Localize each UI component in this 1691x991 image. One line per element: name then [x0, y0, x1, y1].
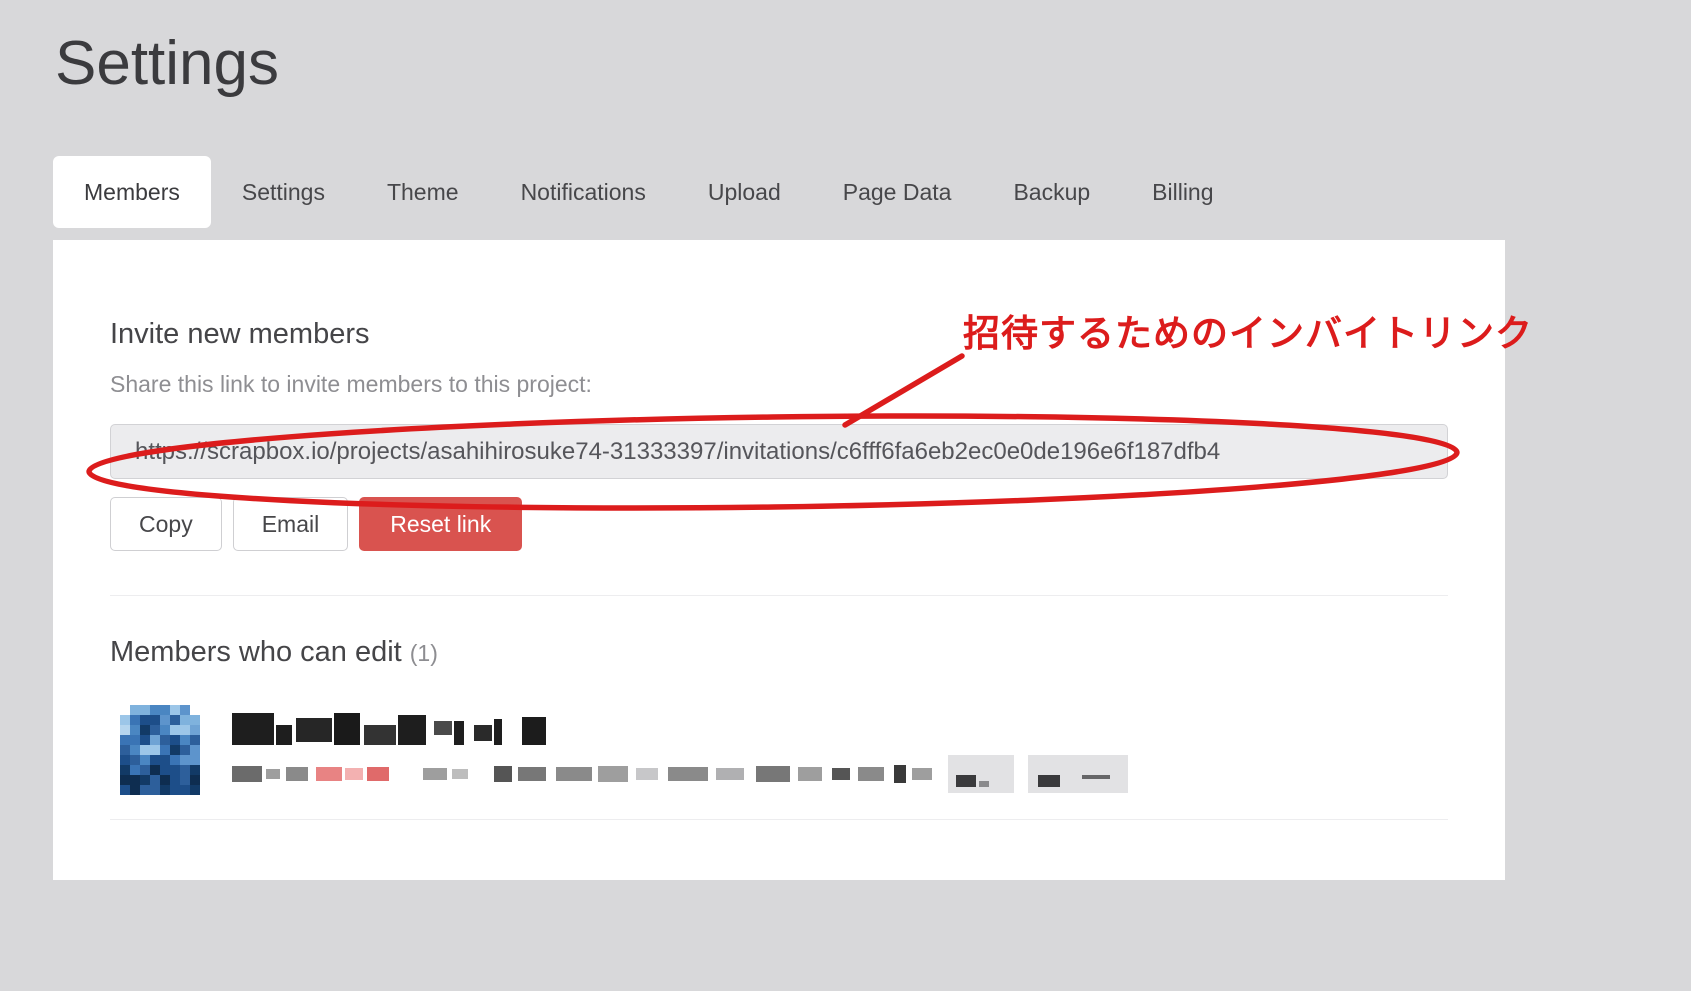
tab-theme[interactable]: Theme — [356, 156, 490, 228]
tab-settings[interactable]: Settings — [211, 156, 356, 228]
members-heading: Members who can edit (1) — [110, 636, 1448, 669]
reset-link-button[interactable]: Reset link — [359, 497, 522, 551]
invite-actions: Copy Email Reset link — [110, 497, 1448, 551]
page-title: Settings — [0, 0, 1691, 99]
invite-description: Share this link to invite members to thi… — [110, 371, 1448, 398]
tab-upload[interactable]: Upload — [677, 156, 812, 228]
email-button[interactable]: Email — [233, 497, 349, 551]
tab-backup[interactable]: Backup — [982, 156, 1121, 228]
member-info — [232, 705, 1128, 793]
tab-members[interactable]: Members — [53, 156, 211, 228]
member-list-item — [110, 705, 1448, 820]
redacted-member-name — [232, 709, 1128, 745]
invite-link-input[interactable] — [110, 424, 1448, 479]
tab-page-data[interactable]: Page Data — [812, 156, 983, 228]
tab-notifications[interactable]: Notifications — [490, 156, 677, 228]
settings-tab-bar: Members Settings Theme Notifications Upl… — [53, 156, 1691, 228]
section-divider — [110, 595, 1448, 596]
members-heading-text: Members who can edit — [110, 636, 402, 668]
member-action-button-1[interactable] — [948, 755, 1014, 793]
copy-button[interactable]: Copy — [110, 497, 222, 551]
annotation-text: 招待するためのインバイトリンク — [963, 303, 1533, 357]
members-count: (1) — [410, 640, 438, 666]
tab-billing[interactable]: Billing — [1121, 156, 1244, 228]
redacted-member-details — [232, 755, 1128, 793]
settings-page: Settings Members Settings Theme Notifica… — [0, 0, 1691, 991]
member-action-button-2[interactable] — [1028, 755, 1128, 793]
member-avatar — [120, 705, 200, 795]
